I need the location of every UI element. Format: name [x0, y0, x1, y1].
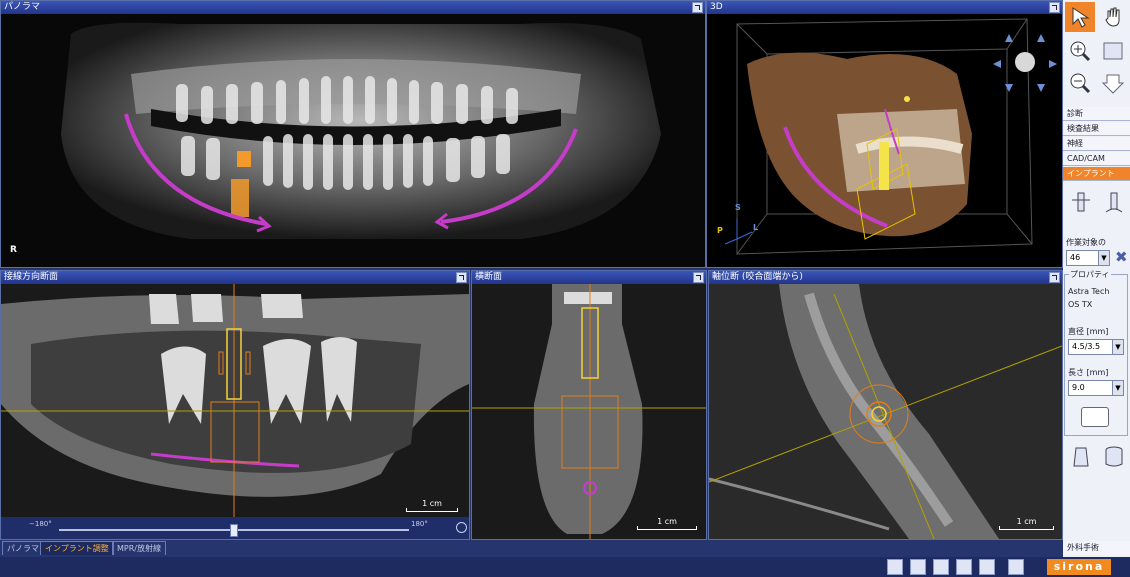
cross-section-image — [472, 284, 706, 539]
panorama-maximize-button[interactable] — [692, 2, 703, 13]
document-icon — [1103, 42, 1123, 60]
zoom-in-icon — [1070, 41, 1091, 62]
view3d-maximize-button[interactable] — [1049, 2, 1060, 13]
cross-section-view[interactable]: 1 cm — [472, 284, 706, 539]
arrow-cursor-icon — [1072, 7, 1090, 28]
menu-diagnosis[interactable]: 診断 — [1063, 107, 1130, 121]
measure-line-icon[interactable] — [887, 559, 903, 575]
cylinder-icon — [1105, 446, 1123, 467]
chevron-down-icon: ▼ — [1112, 381, 1123, 395]
cross-section-title: 横断面 — [472, 271, 706, 284]
target-label: 作業対象の — [1066, 238, 1106, 247]
axial-title: 軸位断 (咬合面端から) — [709, 271, 1062, 284]
draw-nerve-icon[interactable] — [933, 559, 949, 575]
reset-rotation-icon[interactable] — [456, 522, 467, 533]
annotate-icon[interactable] — [956, 559, 972, 575]
cross-section-panel: 横断面 1 cm — [471, 270, 707, 540]
implant-rotate-tool[interactable] — [1099, 188, 1129, 218]
axis-l-label: L — [753, 223, 759, 232]
implant-rotate-icon — [1105, 192, 1123, 213]
settings-tool-icon[interactable] — [1008, 559, 1024, 575]
properties-title: プロパティ — [1069, 269, 1111, 280]
measure-angle-icon[interactable] — [910, 559, 926, 575]
surgical-guide-button[interactable]: 外科手術 — [1063, 541, 1130, 555]
menu-implant[interactable]: インプラント — [1063, 167, 1130, 181]
tangential-scale-bar: 1 cm — [406, 499, 458, 512]
panorama-title: パノラマ — [1, 1, 705, 14]
implant-place-tool[interactable] — [1066, 188, 1096, 218]
diameter-label: 直径 [mm] — [1068, 327, 1109, 336]
zoom-in-tool[interactable] — [1065, 36, 1095, 66]
target-tooth-select[interactable]: 46 ▼ — [1066, 250, 1110, 266]
view3d-title: 3D — [707, 1, 1062, 14]
tangential-title: 接線方向断面 — [1, 271, 469, 284]
rotation-slider[interactable]: −180° 180° — [1, 517, 469, 539]
export-tool[interactable] — [1098, 68, 1128, 98]
panorama-panel: パノラマ R — [0, 0, 706, 268]
axial-image — [709, 284, 1062, 539]
tangential-view[interactable]: 1 cm — [1, 284, 469, 517]
hand-pan-tool[interactable] — [1098, 2, 1128, 32]
sirona-logo: sirona — [1047, 559, 1111, 575]
chevron-down-icon: ▼ — [1098, 251, 1109, 265]
hand-icon — [1105, 7, 1120, 27]
implant-length-adjust-icon[interactable] — [1081, 407, 1109, 427]
diameter-select[interactable]: 4.5/3.5 ▼ — [1068, 339, 1124, 355]
download-arrow-icon — [1101, 74, 1125, 94]
chevron-down-icon: ▼ — [1112, 340, 1123, 354]
cross-section-maximize-button[interactable] — [693, 272, 704, 283]
length-label: 長さ [mm] — [1068, 368, 1109, 377]
implant-brand: Astra Tech — [1068, 287, 1110, 296]
crown-shape-tool[interactable] — [1066, 442, 1096, 472]
zoom-out-tool[interactable] — [1065, 68, 1095, 98]
tangential-image — [1, 284, 469, 517]
arrow-cursor-tool[interactable] — [1065, 2, 1095, 32]
view3d-panel: 3D S P L — [706, 0, 1063, 268]
delete-implant-icon[interactable]: ✖ — [1115, 248, 1128, 266]
axis-p-label: P — [717, 226, 723, 235]
save-view-tool[interactable] — [1098, 36, 1128, 66]
axial-maximize-button[interactable] — [1049, 272, 1060, 283]
panorama-view[interactable]: R — [1, 14, 705, 267]
tangential-maximize-button[interactable] — [456, 272, 467, 283]
menu-exam-results[interactable]: 検査結果 — [1063, 122, 1130, 136]
cross-section-scale-bar: 1 cm — [637, 517, 697, 530]
implant-icon — [1072, 192, 1090, 212]
tab-panorama[interactable]: パノラマ — [2, 541, 44, 555]
zoom-out-icon — [1070, 73, 1091, 94]
tab-implant-adjust[interactable]: インプラント調整 — [40, 541, 114, 555]
side-marker-r: R — [10, 245, 17, 255]
panorama-image — [1, 14, 705, 267]
marker-icon[interactable] — [979, 559, 995, 575]
axial-view[interactable]: 1 cm — [709, 284, 1062, 539]
slider-min-label: −180° — [29, 520, 52, 528]
slider-max-label: 180° — [411, 520, 428, 528]
tab-mpr-radiology[interactable]: MPR/放射線 — [112, 541, 166, 555]
implant-model: OS TX — [1068, 300, 1093, 309]
axial-scale-bar: 1 cm — [999, 517, 1054, 530]
menu-nerve[interactable]: 神経 — [1063, 137, 1130, 151]
slider-thumb[interactable] — [230, 524, 238, 537]
skull-3d-render — [707, 14, 1062, 267]
properties-group: プロパティ Astra Tech OS TX 直径 [mm] 4.5/3.5 ▼ … — [1064, 269, 1128, 436]
view3d-view[interactable]: S P L — [707, 14, 1062, 267]
axial-panel: 軸位断 (咬合面端から) 1 cm — [708, 270, 1063, 540]
menu-cad-cam[interactable]: CAD/CAM — [1063, 152, 1130, 166]
axis-s-label: S — [735, 203, 741, 212]
cylinder-shape-tool[interactable] — [1099, 442, 1129, 472]
crown-icon — [1073, 447, 1089, 467]
tangential-panel: 接線方向断面 1 cm −180° 180° — [0, 270, 470, 540]
length-select[interactable]: 9.0 ▼ — [1068, 380, 1124, 396]
